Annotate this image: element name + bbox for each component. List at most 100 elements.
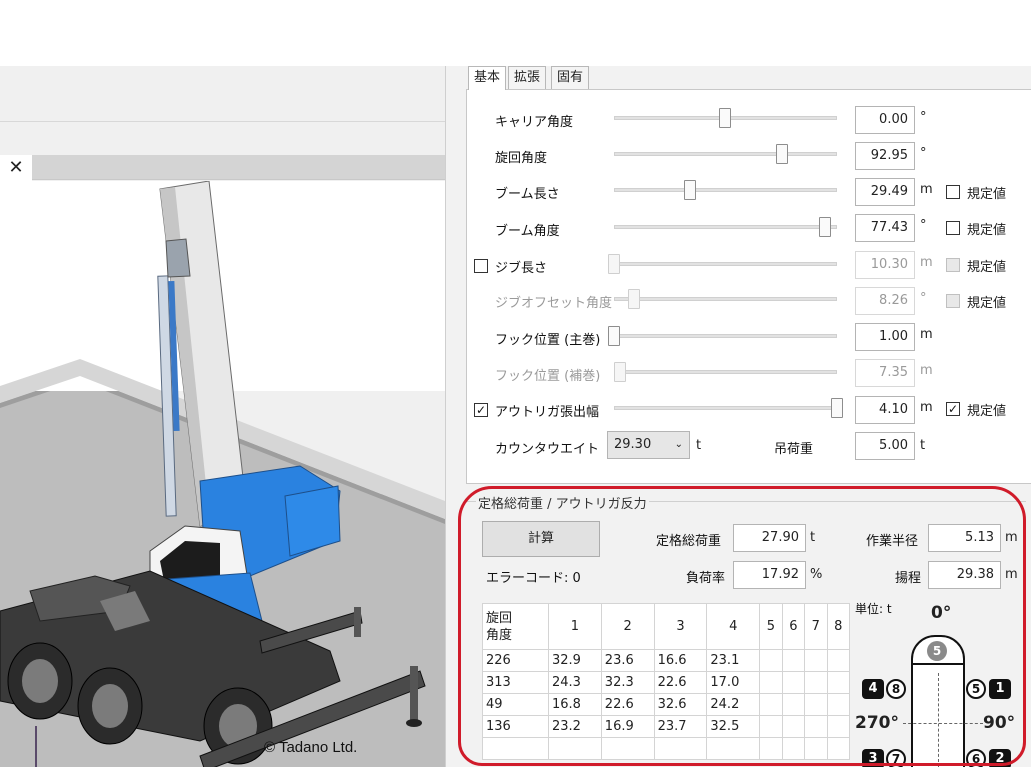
table-cell: 24.2 [706,693,761,716]
close-icon[interactable]: ✕ [0,155,32,181]
table-cell: 22.6 [600,693,655,716]
calculate-button[interactable]: 計算 [482,521,600,557]
table-cell [804,737,828,760]
table-row [482,737,850,760]
boom-angle-input[interactable]: 77.43 [855,214,915,242]
angle-0-label: 0° [931,603,952,623]
table-cell [826,671,850,694]
hook-main-input[interactable]: 1.00 [855,323,915,351]
outrigger-label: アウトリガ張出幅 [495,405,600,420]
table-cell [804,693,828,716]
table-cell: 24.3 [548,671,602,694]
table-cell [600,737,655,760]
viewport-pane: ✕ [0,66,445,767]
viewport-tabstrip [0,155,445,180]
swing-angle-thumb[interactable] [776,144,788,164]
table-row: 226 32.9 23.6 16.6 23.1 [482,649,850,672]
tab-specific[interactable]: 固有 [551,66,590,89]
boom-length-slider[interactable] [614,188,837,192]
column-header: 2 [600,603,655,650]
boom-angle-label: ブーム角度 [495,224,560,239]
boom-length-unit: m [920,182,933,197]
jib-offset-slider[interactable] [614,297,837,301]
hook-main-unit: m [920,327,933,342]
boom-length-label: ブーム長さ [495,187,560,202]
boom-length-input[interactable]: 29.49 [855,178,915,206]
outrigger-checkbox[interactable]: ✓ [474,403,488,417]
swing-angle-slider[interactable] [614,152,837,156]
load-rate-unit: % [810,567,823,582]
lift-height-value: 29.38 [928,561,1001,589]
tab-basic[interactable]: 基本 [468,66,507,90]
carrier-angle-thumb[interactable] [719,108,731,128]
boom-length-default-checkbox[interactable] [946,185,960,199]
error-code-text: エラーコード: 0 [486,571,581,586]
counterweight-unit: t [696,438,702,453]
column-header: 6 [781,603,806,650]
outrigger-slider[interactable] [614,406,837,410]
rated-load-unit: t [810,530,816,545]
jib-length-default-checkbox[interactable] [946,258,960,272]
copyright-text: © Tadano Ltd. [264,739,358,756]
boom-angle-thumb[interactable] [819,217,831,237]
jib-length-thumb[interactable] [608,254,620,274]
jib-length-input[interactable]: 10.30 [855,251,915,279]
outrigger-reaction-table: 旋回 角度 1 2 3 4 5 6 7 8 226 32.9 23.6 16.6… [482,603,850,760]
hook-aux-label: フック位置 (補巻) [495,369,601,384]
tab-extended[interactable]: 拡張 [508,66,547,89]
outrigger-thumb[interactable] [831,398,843,418]
column-header: 8 [826,603,850,650]
table-row: 136 23.2 16.9 23.7 32.5 [482,715,850,738]
table-cell: 226 [482,649,549,672]
hook-main-slider[interactable] [610,334,837,338]
column-header-swing-angle: 旋回 角度 [482,603,549,650]
table-cell [759,693,783,716]
table-cell [759,671,783,694]
table-row: 313 24.3 32.3 22.6 17.0 [482,671,850,694]
swing-angle-label: 旋回角度 [495,151,548,166]
jib-length-unit: m [920,255,933,270]
table-cell [826,737,850,760]
boom-length-thumb[interactable] [684,180,696,200]
table-cell [759,737,783,760]
load-unit: t [920,438,926,453]
load-input[interactable]: 5.00 [855,432,915,460]
table-cell [781,737,806,760]
hook-aux-slider[interactable] [614,370,837,374]
table-cell [781,693,806,716]
outrigger-default-checkbox[interactable]: ✓ [946,402,960,416]
boom-angle-slider[interactable] [614,225,837,229]
table-cell: 16.6 [653,649,708,672]
carrier-angle-input[interactable]: 0.00 [855,106,915,134]
jib-length-checkbox[interactable] [474,259,488,273]
table-cell: 32.5 [706,715,761,738]
counterweight-select[interactable]: 29.30 ⌄ [607,431,690,459]
outrigger-input[interactable]: 4.10 [855,396,915,424]
table-cell [804,649,828,672]
column-header: 7 [804,603,828,650]
jib-offset-unit: ° [920,291,927,306]
tab-panel-basic [466,89,1031,484]
table-cell [653,737,708,760]
boom-angle-default-checkbox[interactable] [946,221,960,235]
jib-offset-default-checkbox[interactable] [946,294,960,308]
load-label: 吊荷重 [774,442,814,457]
badge-1: 1 [989,679,1011,699]
swing-angle-input[interactable]: 92.95 [855,142,915,170]
rated-load-value: 27.90 [733,524,806,552]
table-cell [759,649,783,672]
hook-aux-thumb[interactable] [614,362,626,382]
table-cell [826,693,850,716]
jib-offset-thumb[interactable] [628,289,640,309]
lift-height-unit: m [1005,567,1018,582]
boom-angle-default-label: 規定値 [967,223,1007,238]
table-cell: 17.0 [706,671,761,694]
crane-3d-view[interactable] [0,181,445,767]
carrier-angle-label: キャリア角度 [495,115,574,130]
hook-main-label: フック位置 (主巻) [495,333,601,348]
jib-length-slider[interactable] [610,262,837,266]
hook-aux-input[interactable]: 7.35 [855,359,915,387]
hook-main-thumb[interactable] [608,326,620,346]
table-cell [804,671,828,694]
jib-offset-input[interactable]: 8.26 [855,287,915,315]
